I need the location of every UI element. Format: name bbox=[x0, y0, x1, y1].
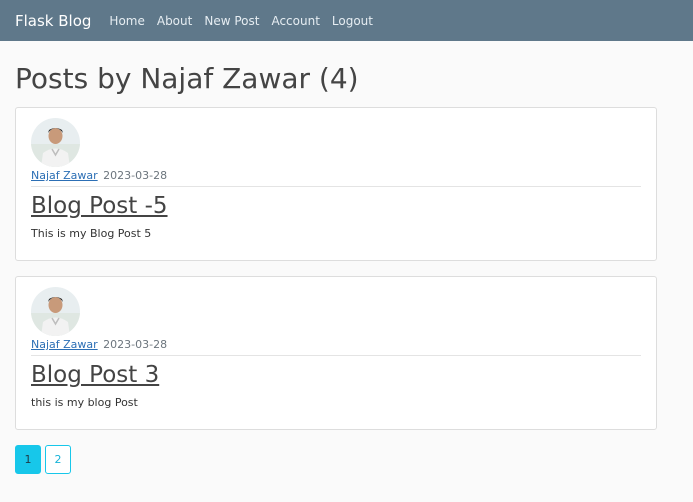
post-meta: Najaf Zawar 2023-03-28 bbox=[31, 169, 641, 187]
nav-links: Home About New Post Account Logout bbox=[109, 14, 385, 28]
nav-about[interactable]: About bbox=[157, 14, 192, 28]
post-card: Najaf Zawar 2023-03-28 Blog Post 3 this … bbox=[15, 276, 657, 430]
post-title-link[interactable]: Blog Post 3 bbox=[31, 359, 159, 391]
nav-account[interactable]: Account bbox=[271, 14, 319, 28]
page-title: Posts by Najaf Zawar (4) bbox=[15, 62, 359, 95]
page-button-2[interactable]: 2 bbox=[45, 445, 71, 474]
post-title-link[interactable]: Blog Post -5 bbox=[31, 190, 168, 222]
nav-logout[interactable]: Logout bbox=[332, 14, 373, 28]
post-card: Najaf Zawar 2023-03-28 Blog Post -5 This… bbox=[15, 107, 657, 261]
main-content: Posts by Najaf Zawar (4) Najaf Zawar 202… bbox=[0, 61, 693, 474]
pagination: 1 2 bbox=[15, 445, 657, 474]
author-link[interactable]: Najaf Zawar bbox=[31, 169, 98, 182]
brand-link[interactable]: Flask Blog bbox=[15, 12, 91, 30]
author-link[interactable]: Najaf Zawar bbox=[31, 338, 98, 351]
profile-photo-icon bbox=[31, 287, 80, 336]
post-meta: Najaf Zawar 2023-03-28 bbox=[31, 338, 641, 356]
post-date: 2023-03-28 bbox=[103, 338, 168, 351]
post-content: this is my blog Post bbox=[31, 396, 138, 409]
avatar[interactable] bbox=[31, 287, 80, 336]
page-button-1[interactable]: 1 bbox=[15, 445, 41, 474]
nav-home[interactable]: Home bbox=[109, 14, 144, 28]
profile-photo-icon bbox=[31, 118, 80, 167]
avatar[interactable] bbox=[31, 118, 80, 167]
post-content: This is my Blog Post 5 bbox=[31, 227, 152, 240]
post-date: 2023-03-28 bbox=[103, 169, 168, 182]
navbar: Flask Blog Home About New Post Account L… bbox=[0, 0, 693, 41]
nav-new-post[interactable]: New Post bbox=[204, 14, 259, 28]
